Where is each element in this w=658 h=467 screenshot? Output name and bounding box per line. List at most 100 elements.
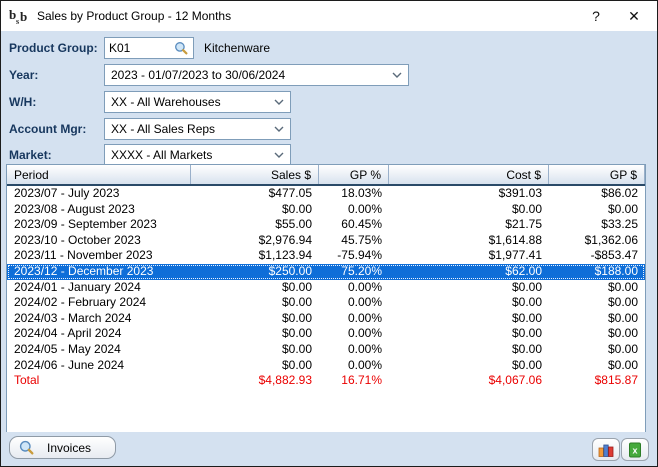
- invoices-button-label: Invoices: [47, 441, 91, 455]
- column-header-cost[interactable]: Cost $: [389, 165, 549, 184]
- table-row[interactable]: 2024/06 - June 2024$0.000.00%$0.00$0.00: [7, 358, 645, 374]
- bar-chart-icon: [598, 442, 614, 458]
- search-icon: [19, 440, 35, 456]
- year-value: 2023 - 01/07/2023 to 30/06/2024: [111, 68, 285, 82]
- table-row-total[interactable]: Total$4,882.9316.71%$4,067.06$815.87: [7, 373, 645, 389]
- table-cell: $391.03: [389, 186, 549, 202]
- table-cell: $0.00: [191, 280, 319, 296]
- table-row[interactable]: 2024/05 - May 2024$0.000.00%$0.00$0.00: [7, 342, 645, 358]
- table-cell: $0.00: [389, 326, 549, 342]
- table-cell: 0.00%: [319, 295, 389, 311]
- market-select[interactable]: XXXX - All Markets: [104, 144, 291, 165]
- table-cell: $0.00: [549, 202, 645, 218]
- chevron-down-icon: [274, 152, 284, 158]
- table-cell: 2023/11 - November 2023: [7, 248, 191, 264]
- table-cell: 0.00%: [319, 311, 389, 327]
- warehouse-row: W/H: XX - All Warehouses: [1, 91, 657, 113]
- table-cell: $4,882.93: [191, 373, 319, 389]
- product-group-label: Product Group:: [9, 41, 98, 55]
- table-cell: 2024/06 - June 2024: [7, 358, 191, 374]
- svg-text:b: b: [20, 9, 27, 24]
- table-row[interactable]: 2023/08 - August 2023$0.000.00%$0.00$0.0…: [7, 202, 645, 218]
- warehouse-select[interactable]: XX - All Warehouses: [104, 91, 291, 113]
- table-cell: $2,976.94: [191, 233, 319, 249]
- table-cell: $0.00: [389, 311, 549, 327]
- table-cell: 2024/01 - January 2024: [7, 280, 191, 296]
- product-group-input[interactable]: K01: [104, 37, 194, 59]
- account-mgr-value: XX - All Sales Reps: [111, 122, 215, 136]
- account-mgr-row: Account Mgr: XX - All Sales Reps: [1, 118, 657, 140]
- table-cell: 0.00%: [319, 358, 389, 374]
- excel-icon: x: [627, 442, 643, 458]
- table-row[interactable]: 2024/04 - April 2024$0.000.00%$0.00$0.00: [7, 326, 645, 342]
- year-select[interactable]: 2023 - 01/07/2023 to 30/06/2024: [104, 64, 409, 86]
- market-row: Market: XXXX - All Markets: [1, 144, 657, 166]
- column-header-gp-pct[interactable]: GP %: [319, 165, 389, 184]
- table-cell: $33.25: [549, 217, 645, 233]
- chart-button[interactable]: [592, 438, 620, 461]
- year-row: Year: 2023 - 01/07/2023 to 30/06/2024: [1, 64, 657, 86]
- table-cell: 2023/09 - September 2023: [7, 217, 191, 233]
- column-header-gp[interactable]: GP $: [549, 165, 645, 184]
- table-row[interactable]: 2023/07 - July 2023$477.0518.03%$391.03$…: [7, 186, 645, 202]
- footer-bar: Invoices x: [1, 432, 657, 466]
- sales-by-product-group-dialog: b s b Sales by Product Group - 12 Months…: [0, 0, 658, 467]
- table-cell: $0.00: [549, 311, 645, 327]
- product-group-lookup-icon[interactable]: [174, 41, 189, 56]
- close-button[interactable]: ✕: [619, 3, 649, 29]
- product-group-row: Product Group: K01 Kitchenware: [1, 37, 657, 59]
- table-row[interactable]: 2023/11 - November 2023$1,123.94-75.94%$…: [7, 248, 645, 264]
- table-cell: $0.00: [191, 202, 319, 218]
- invoices-button[interactable]: Invoices: [9, 436, 116, 459]
- table-cell: $86.02: [549, 186, 645, 202]
- chevron-down-icon: [274, 126, 284, 132]
- title-bar: b s b Sales by Product Group - 12 Months…: [1, 1, 657, 31]
- table-cell: $1,362.06: [549, 233, 645, 249]
- table-cell: $0.00: [389, 358, 549, 374]
- table-cell: $0.00: [191, 311, 319, 327]
- product-group-value: K01: [109, 41, 130, 55]
- table-row[interactable]: 2023/10 - October 2023$2,976.9445.75%$1,…: [7, 233, 645, 249]
- warehouse-label: W/H:: [9, 95, 36, 109]
- table-cell: $0.00: [191, 358, 319, 374]
- table-cell: $815.87: [549, 373, 645, 389]
- table-cell: 2023/08 - August 2023: [7, 202, 191, 218]
- table-cell: 16.71%: [319, 373, 389, 389]
- table-cell: 2024/05 - May 2024: [7, 342, 191, 358]
- account-mgr-select[interactable]: XX - All Sales Reps: [104, 118, 291, 140]
- account-mgr-label: Account Mgr:: [9, 122, 86, 136]
- table-cell: -$853.47: [549, 248, 645, 264]
- help-button[interactable]: ?: [581, 3, 611, 29]
- table-cell: $0.00: [549, 280, 645, 296]
- column-header-period[interactable]: Period: [7, 165, 191, 184]
- table-cell: $0.00: [389, 280, 549, 296]
- table-row[interactable]: 2023/09 - September 2023$55.0060.45%$21.…: [7, 217, 645, 233]
- table-cell: 0.00%: [319, 326, 389, 342]
- excel-export-button[interactable]: x: [621, 438, 649, 461]
- window-title: Sales by Product Group - 12 Months: [37, 9, 231, 23]
- column-header-sales[interactable]: Sales $: [191, 165, 319, 184]
- table-cell: $0.00: [549, 326, 645, 342]
- table-cell: $0.00: [549, 342, 645, 358]
- table-cell: $1,614.88: [389, 233, 549, 249]
- table-cell: $0.00: [389, 295, 549, 311]
- table-row[interactable]: 2024/03 - March 2024$0.000.00%$0.00$0.00: [7, 311, 645, 327]
- table-row[interactable]: 2024/02 - February 2024$0.000.00%$0.00$0…: [7, 295, 645, 311]
- market-label: Market:: [9, 148, 52, 162]
- sales-table: Period Sales $ GP % Cost $ GP $ 2023/07 …: [6, 164, 646, 434]
- table-row[interactable]: 2023/12 - December 2023$250.0075.20%$62.…: [7, 264, 645, 280]
- table-cell: $1,977.41: [389, 248, 549, 264]
- table-cell: $0.00: [389, 342, 549, 358]
- table-cell: $1,123.94: [191, 248, 319, 264]
- app-icon: b s b: [9, 6, 31, 26]
- table-cell: $55.00: [191, 217, 319, 233]
- table-cell: $188.00: [549, 264, 645, 280]
- table-cell: $0.00: [549, 295, 645, 311]
- table-row[interactable]: 2024/01 - January 2024$0.000.00%$0.00$0.…: [7, 280, 645, 296]
- table-cell: $0.00: [549, 358, 645, 374]
- table-cell: $0.00: [191, 295, 319, 311]
- market-value: XXXX - All Markets: [111, 148, 212, 162]
- table-header: Period Sales $ GP % Cost $ GP $: [7, 165, 645, 186]
- product-group-description: Kitchenware: [204, 41, 270, 55]
- table-cell: $0.00: [191, 342, 319, 358]
